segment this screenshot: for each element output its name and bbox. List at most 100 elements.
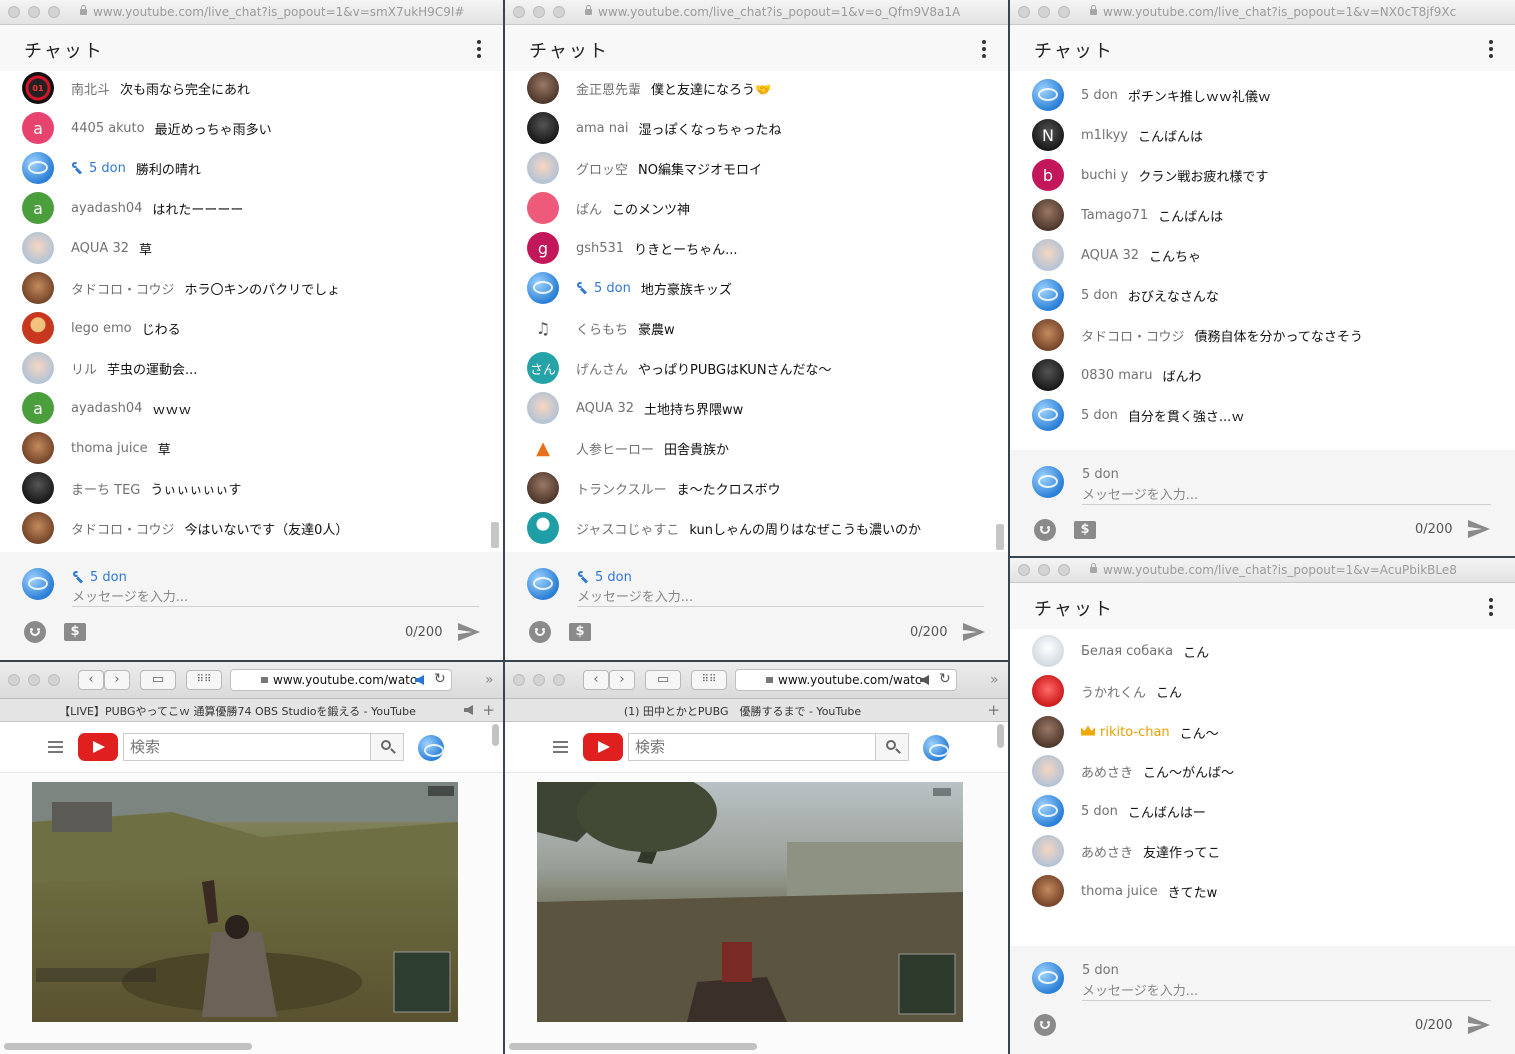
author-name[interactable]: Tamago71: [1081, 208, 1148, 223]
overflow-chevron-icon[interactable]: »: [485, 672, 494, 688]
zoom-window-button[interactable]: [48, 674, 60, 686]
kebab-menu-icon[interactable]: [1489, 598, 1493, 616]
author-name[interactable]: あめさき: [1081, 762, 1133, 781]
author-name[interactable]: m1lkyy: [1081, 128, 1128, 143]
author-name[interactable]: lego emo: [71, 321, 132, 336]
send-icon[interactable]: [1468, 1016, 1490, 1034]
emoji-icon[interactable]: [1034, 1014, 1056, 1036]
search-icon[interactable]: [875, 733, 909, 761]
send-icon[interactable]: [458, 623, 480, 641]
author-name[interactable]: rikito-chan: [1081, 725, 1170, 740]
youtube-logo[interactable]: [583, 733, 623, 761]
super-chat-icon[interactable]: [569, 623, 591, 641]
author-name[interactable]: ayadash04: [71, 401, 142, 416]
author-name[interactable]: くらもち: [576, 319, 628, 338]
author-name[interactable]: 5 don: [576, 280, 631, 296]
zoom-window-button[interactable]: [1058, 564, 1070, 576]
top-sites-button[interactable]: ⠿⠿: [186, 670, 222, 690]
author-name[interactable]: ayadash04: [71, 201, 142, 216]
search-input[interactable]: 検索: [628, 733, 876, 761]
author-name[interactable]: ぱん: [576, 199, 602, 218]
author-name[interactable]: 人参ヒーロー: [576, 439, 654, 458]
user-avatar[interactable]: [418, 735, 444, 761]
author-name[interactable]: AQUA 32: [71, 241, 129, 256]
minimize-window-button[interactable]: [1038, 6, 1050, 18]
page-vertical-scrollbar[interactable]: [997, 724, 1004, 748]
close-window-button[interactable]: [513, 674, 525, 686]
user-avatar[interactable]: [923, 735, 949, 761]
back-button[interactable]: ‹: [583, 670, 609, 690]
chat-scrollbar[interactable]: [996, 524, 1004, 550]
author-name[interactable]: 南北斗: [71, 79, 110, 98]
author-name[interactable]: タドコロ・コウジ: [71, 519, 174, 538]
author-name[interactable]: トランクスルー: [576, 479, 667, 498]
author-name[interactable]: 5 don: [1081, 288, 1118, 303]
tab-title[interactable]: 【LIVE】PUBGやってこｗ 通算優勝74 OBS Studioを鍛える - …: [0, 703, 475, 719]
new-tab-icon[interactable]: +: [987, 701, 1000, 719]
page-vertical-scrollbar[interactable]: [492, 724, 499, 746]
forward-button[interactable]: ›: [104, 670, 130, 690]
minimize-window-button[interactable]: [28, 6, 40, 18]
overflow-chevron-icon[interactable]: »: [990, 672, 999, 688]
author-name[interactable]: thoma juice: [1081, 884, 1158, 899]
emoji-icon[interactable]: [1034, 519, 1056, 541]
author-name[interactable]: 4405 akuto: [71, 121, 145, 136]
minimize-window-button[interactable]: [533, 6, 545, 18]
top-sites-button[interactable]: ⠿⠿: [691, 670, 727, 690]
author-name[interactable]: リル: [71, 359, 97, 378]
close-window-button[interactable]: [1018, 564, 1030, 576]
send-icon[interactable]: [1468, 520, 1490, 538]
tab-title[interactable]: (1) 田中とかとPUBG 優勝するまで - YouTube: [505, 703, 980, 719]
forward-button[interactable]: ›: [609, 670, 635, 690]
back-button[interactable]: ‹: [78, 670, 104, 690]
super-chat-icon[interactable]: [1074, 521, 1096, 539]
author-name[interactable]: げんさん: [576, 359, 628, 378]
close-window-button[interactable]: [8, 6, 20, 18]
page-horizontal-scrollbar[interactable]: [4, 1043, 252, 1050]
kebab-menu-icon[interactable]: [982, 40, 986, 58]
zoom-window-button[interactable]: [553, 674, 565, 686]
kebab-menu-icon[interactable]: [1489, 40, 1493, 58]
menu-icon[interactable]: [553, 741, 568, 753]
author-name[interactable]: あめさき: [1081, 842, 1133, 861]
close-window-button[interactable]: [8, 674, 20, 686]
send-icon[interactable]: [963, 623, 985, 641]
author-name[interactable]: ama nai: [576, 121, 629, 136]
reload-icon[interactable]: ↻: [939, 671, 951, 687]
message-input[interactable]: メッセージを入力...: [72, 586, 188, 605]
sidebar-button[interactable]: ▭: [645, 670, 681, 690]
author-name[interactable]: 金正恩先輩: [576, 79, 641, 98]
minimize-window-button[interactable]: [533, 674, 545, 686]
author-name[interactable]: まーち TEG: [71, 479, 140, 498]
author-name[interactable]: 5 don: [71, 160, 126, 176]
close-window-button[interactable]: [1018, 6, 1030, 18]
minimize-window-button[interactable]: [28, 674, 40, 686]
author-name[interactable]: AQUA 32: [1081, 248, 1139, 263]
chat-scrollbar[interactable]: [491, 522, 499, 548]
minimize-window-button[interactable]: [1038, 564, 1050, 576]
author-name[interactable]: buchi y: [1081, 168, 1128, 183]
zoom-window-button[interactable]: [553, 6, 565, 18]
super-chat-icon[interactable]: [64, 623, 86, 641]
author-name[interactable]: 5 don: [1081, 88, 1118, 103]
new-tab-icon[interactable]: +: [482, 701, 495, 719]
author-name[interactable]: 0830 maru: [1081, 368, 1152, 383]
menu-icon[interactable]: [48, 741, 63, 753]
message-input[interactable]: メッセージを入力...: [1082, 980, 1198, 999]
author-name[interactable]: 5 don: [1081, 804, 1118, 819]
zoom-window-button[interactable]: [48, 6, 60, 18]
author-name[interactable]: うかれくん: [1081, 682, 1146, 701]
message-input[interactable]: メッセージを入力...: [1082, 484, 1198, 503]
author-name[interactable]: AQUA 32: [576, 401, 634, 416]
author-name[interactable]: thoma juice: [71, 441, 148, 456]
zoom-window-button[interactable]: [1058, 6, 1070, 18]
author-name[interactable]: タドコロ・コウジ: [71, 279, 174, 298]
youtube-logo[interactable]: [78, 733, 118, 761]
close-window-button[interactable]: [513, 6, 525, 18]
author-name[interactable]: タドコロ・コウジ: [1081, 326, 1184, 345]
author-name[interactable]: Белая собака: [1081, 644, 1173, 659]
kebab-menu-icon[interactable]: [477, 40, 481, 58]
page-horizontal-scrollbar[interactable]: [509, 1043, 757, 1050]
video-player[interactable]: [537, 782, 963, 1022]
video-player[interactable]: [32, 782, 458, 1022]
